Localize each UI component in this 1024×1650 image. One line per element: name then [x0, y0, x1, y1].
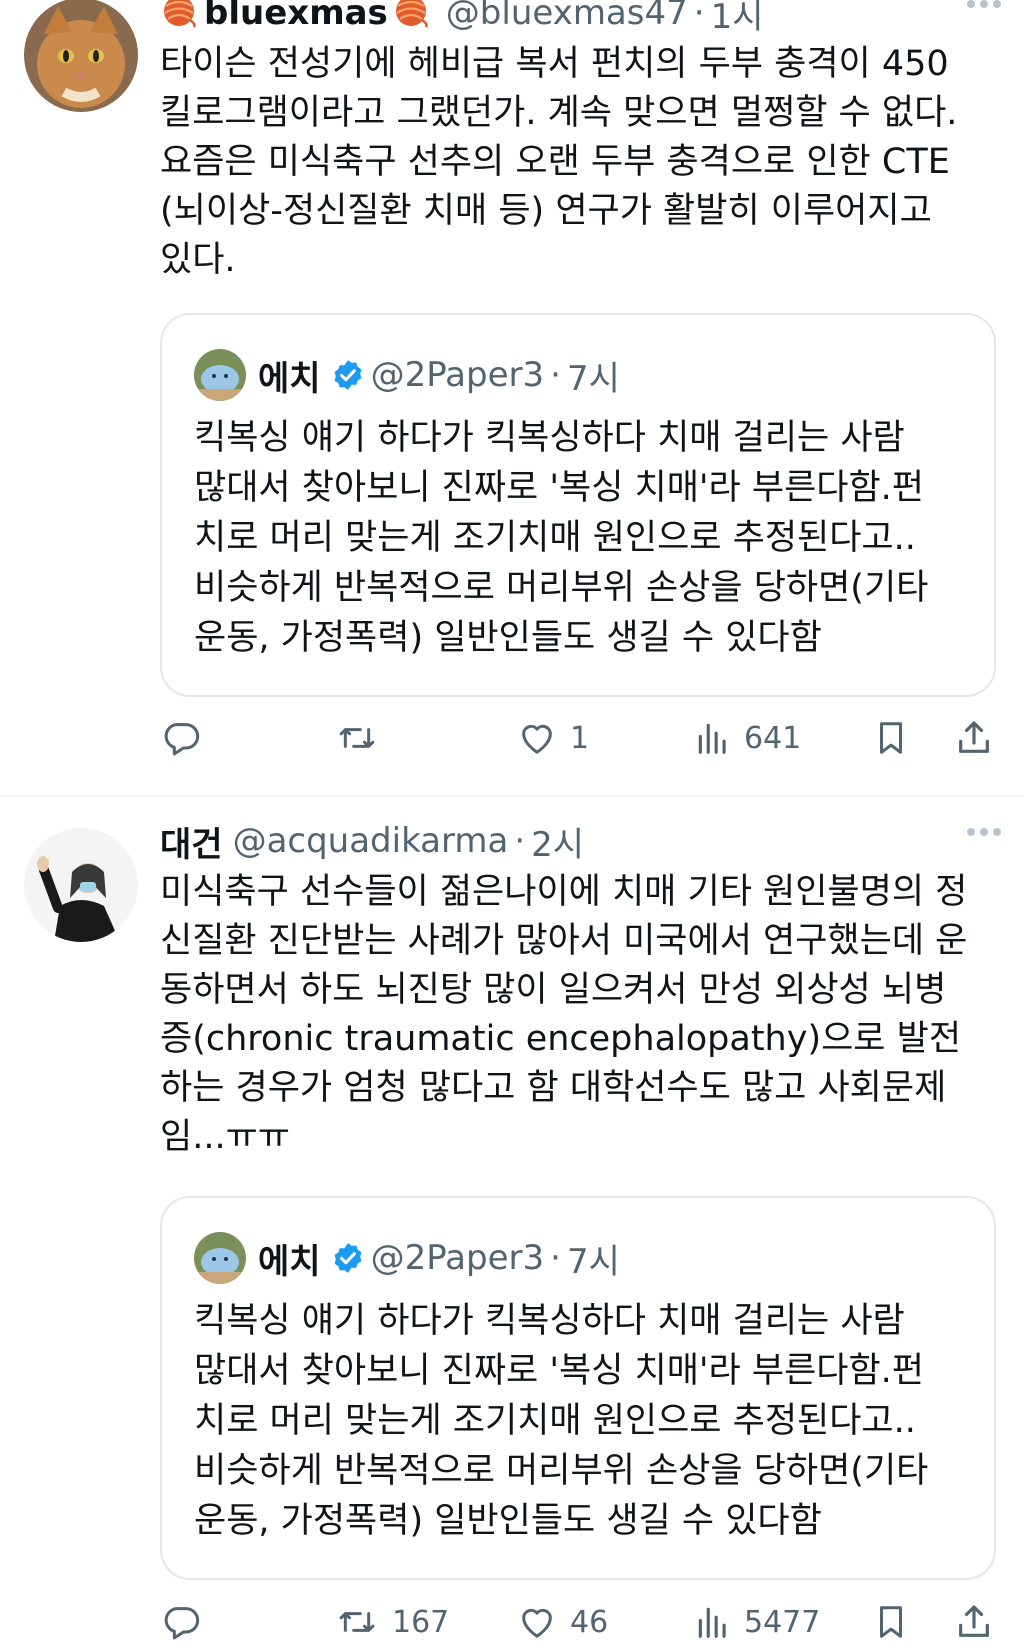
- tweet-text-line: 신질환 진단받는 사례가 많아서 미국에서 연구했는데 운: [160, 921, 968, 961]
- like-button[interactable]: 46: [516, 1596, 608, 1648]
- tweet-header: bluexmas @bluexmas47 · 1시: [160, 0, 1006, 38]
- bar-chart-icon: [694, 1602, 732, 1642]
- reply-icon: [160, 718, 202, 758]
- quoted-text-line: 비슷하게 반복적으로 머리부위 손상을 당하면(기타: [194, 1451, 929, 1491]
- tweet-text-line: 있다.: [160, 240, 236, 280]
- share-icon: [954, 1601, 994, 1643]
- share-icon: [954, 717, 994, 759]
- verified-badge-icon: [331, 1241, 365, 1275]
- author-name[interactable]: bluexmas: [204, 0, 388, 33]
- tweet-text-line: 타이슨 전성기에 헤비급 복서 펀치의 두부 충격이 450: [160, 44, 949, 84]
- quoted-text-line: 치로 머리 맞는게 조기치매 원인으로 추정된다고..: [194, 1401, 916, 1441]
- quoted-text-line: 운동, 가정폭력) 일반인들도 생길 수 있다함: [194, 618, 822, 658]
- quoted-text-line: 킥복싱 얘기 하다가 킥복싱하다 치매 걸리는 사람: [194, 418, 905, 458]
- quoted-text-line: 치로 머리 맞는게 조기치매 원인으로 추정된다고..: [194, 518, 916, 558]
- separator-dot: ·: [550, 355, 561, 395]
- quoted-text-line: 운동, 가정폭력) 일반인들도 생길 수 있다함: [194, 1501, 822, 1541]
- quoted-tweet-header: 에치 @2Paper3 · 7시: [194, 349, 620, 401]
- quoted-tweet-header: 에치 @2Paper3 · 7시: [194, 1232, 620, 1284]
- reply-icon: [160, 1602, 202, 1642]
- quoted-text-line: 많대서 찾아보니 진짜로 '복싱 치매'라 부른다함.펀: [194, 468, 924, 508]
- separator-dot: ·: [550, 1238, 561, 1278]
- heart-icon: [516, 718, 558, 758]
- views-button[interactable]: 641: [694, 712, 801, 764]
- separator-dot: ·: [514, 821, 526, 861]
- author-handle[interactable]: @bluexmas47: [446, 0, 688, 33]
- bookmark-icon: [872, 717, 910, 759]
- tweet-actions: 167 46 5477: [160, 1596, 996, 1648]
- separator-dot: ·: [693, 0, 705, 33]
- tweet-actions: 1 641: [160, 712, 996, 764]
- quoted-text-line: 비슷하게 반복적으로 머리부위 손상을 당하면(기타: [194, 568, 929, 608]
- author-name[interactable]: 대건: [160, 817, 223, 866]
- author-handle[interactable]: @acquadikarma: [233, 821, 509, 861]
- tweet-text-line: 증(chronic traumatic encephalopathy)으로 발전: [160, 1019, 962, 1059]
- timestamp[interactable]: 1시: [711, 0, 764, 38]
- views-button[interactable]: 5477: [694, 1596, 820, 1648]
- tweet-text-line: 동하면서 하도 뇌진탕 많이 일으켜서 만성 외상성 뇌병: [160, 970, 947, 1010]
- retweet-button[interactable]: [334, 712, 392, 764]
- tweet-1[interactable]: bluexmas @bluexmas47 · 1시 타이슨 전성기에 헤비급 복…: [0, 0, 1024, 796]
- tweet-text-line: 미식축구 선수들이 젊은나이에 치매 기타 원인불명의 정: [160, 872, 968, 912]
- tweet-text-line: 요즘은 미식축구 선추의 오랜 두부 충격으로 인한 CTE: [160, 142, 950, 182]
- retweet-icon: [334, 1602, 380, 1642]
- like-count: 46: [570, 1604, 609, 1640]
- share-button[interactable]: [954, 712, 994, 764]
- tweet-text-line: (뇌이상-정신질환 치매 등) 연구가 활발히 이루어지고: [160, 191, 932, 231]
- quoted-tweet-text: 킥복싱 얘기 하다가 킥복싱하다 치매 걸리는 사람 많대서 찾아보니 진짜로 …: [194, 413, 974, 663]
- quoted-author-handle: @2Paper3: [370, 1238, 545, 1278]
- bookmark-icon: [872, 1601, 910, 1643]
- quoted-author-name: 에치: [258, 358, 321, 399]
- yarn-ball-icon: [160, 0, 198, 32]
- yarn-ball-icon: [392, 0, 430, 32]
- more-options-icon[interactable]: [966, 0, 1002, 13]
- quoted-timestamp: 7시: [566, 1241, 620, 1282]
- like-count: 1: [570, 720, 590, 756]
- bar-chart-icon: [694, 718, 732, 758]
- more-options-icon[interactable]: [966, 822, 1002, 841]
- quoted-text-line: 킥복싱 얘기 하다가 킥복싱하다 치매 걸리는 사람: [194, 1301, 905, 1341]
- tweet-2[interactable]: 대건 @acquadikarma · 2시 미식축구 선수들이 젊은나이에 치매…: [0, 796, 1024, 1650]
- quoted-timestamp: 7시: [566, 358, 620, 399]
- views-count: 5477: [744, 1604, 821, 1640]
- quoted-tweet[interactable]: 에치 @2Paper3 · 7시 킥복싱 얘기 하다가 킥복싱하다 치매 걸리는…: [160, 1196, 996, 1580]
- quoted-avatar: [194, 349, 246, 401]
- reply-button[interactable]: [160, 1596, 214, 1648]
- retweet-button[interactable]: 167: [334, 1596, 449, 1648]
- heart-icon: [516, 1602, 558, 1642]
- tweet-header: 대건 @acquadikarma · 2시: [160, 817, 1006, 866]
- avatar-person[interactable]: [24, 828, 138, 942]
- bookmark-button[interactable]: [872, 1596, 910, 1648]
- views-count: 641: [744, 720, 802, 756]
- tweet-text-line: 킬로그램이라고 그랬던가. 계속 맞으면 멀쩡할 수 없다.: [160, 93, 958, 133]
- quoted-author-name: 에치: [258, 1241, 321, 1282]
- quoted-author-handle: @2Paper3: [370, 355, 545, 395]
- quoted-tweet[interactable]: 에치 @2Paper3 · 7시 킥복싱 얘기 하다가 킥복싱하다 치매 걸리는…: [160, 313, 996, 697]
- reply-button[interactable]: [160, 712, 214, 764]
- quoted-tweet-text: 킥복싱 얘기 하다가 킥복싱하다 치매 걸리는 사람 많대서 찾아보니 진짜로 …: [194, 1296, 974, 1546]
- retweet-icon: [334, 718, 380, 758]
- bookmark-button[interactable]: [872, 712, 910, 764]
- quoted-text-line: 많대서 찾아보니 진짜로 '복싱 치매'라 부른다함.펀: [194, 1351, 924, 1391]
- tweet-text: 미식축구 선수들이 젊은나이에 치매 기타 원인불명의 정 신질환 진단받는 사…: [160, 868, 1002, 1162]
- avatar-cat[interactable]: [24, 0, 138, 112]
- tweet-text-line: 하는 경우가 엄청 많다고 함 대학선수도 많고 사회문제: [160, 1068, 947, 1108]
- retweet-count: 167: [392, 1604, 450, 1640]
- tweet-text-line: 임...ㅠㅠ: [160, 1117, 290, 1157]
- quoted-avatar: [194, 1232, 246, 1284]
- timestamp[interactable]: 2시: [531, 817, 584, 866]
- like-button[interactable]: 1: [516, 712, 589, 764]
- verified-badge-icon: [331, 358, 365, 392]
- tweet-text: 타이슨 전성기에 헤비급 복서 펀치의 두부 충격이 450 킬로그램이라고 그…: [160, 40, 1002, 285]
- share-button[interactable]: [954, 1596, 994, 1648]
